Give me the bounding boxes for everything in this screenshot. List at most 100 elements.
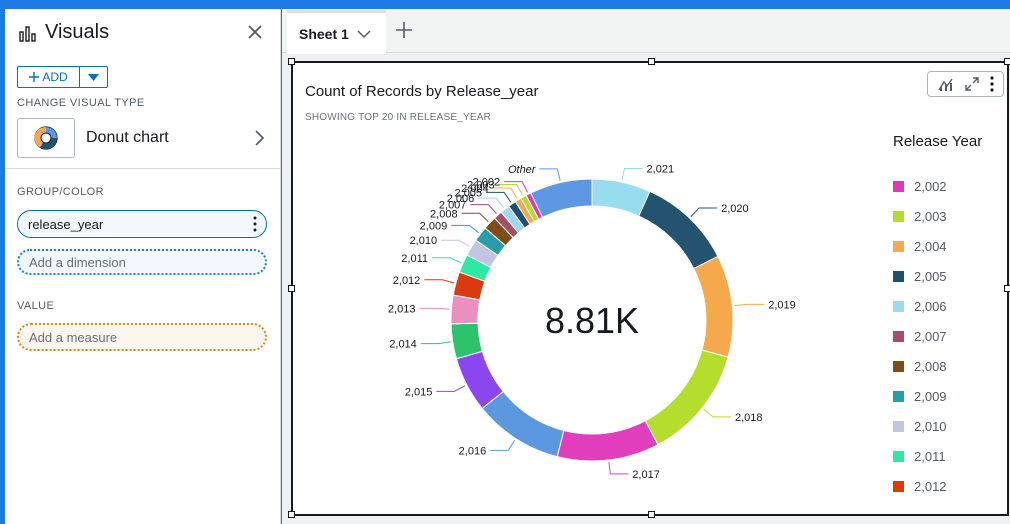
add-dimension-dropzone[interactable]: Add a dimension <box>17 249 267 275</box>
chevron-right-icon <box>255 130 265 146</box>
group-field-pill[interactable]: release_year <box>17 210 267 238</box>
legend-item[interactable]: 2,007 <box>893 321 947 351</box>
more-vertical-icon[interactable] <box>253 216 257 232</box>
chart-subtitle: SHOWING TOP 20 IN RELEASE_YEAR <box>305 112 492 123</box>
close-icon[interactable] <box>246 23 264 41</box>
chevron-down-icon[interactable] <box>357 27 371 41</box>
legend-swatch <box>893 330 904 342</box>
legend-item[interactable]: 2,006 <box>893 291 947 321</box>
legend-label: 2,011 <box>914 448 946 464</box>
slice-label: 2,012 <box>393 275 421 287</box>
legend-item[interactable]: 2,002 <box>893 171 947 201</box>
legend-swatch <box>893 480 904 492</box>
legend-swatch <box>893 180 904 192</box>
legend-item[interactable]: 2,008 <box>893 351 947 381</box>
divider <box>5 168 281 169</box>
plus-icon <box>29 72 40 82</box>
insight-icon[interactable] <box>937 76 955 92</box>
legend-label: 2,004 <box>914 238 947 254</box>
workspace: Sheet 1 2,021 2,020 2,019 2,018 2,017 2,016 2,… <box>282 9 1010 524</box>
label-leader-line <box>461 212 489 222</box>
group-color-label: GROUP/COLOR <box>17 186 104 198</box>
add-measure-dropzone[interactable]: Add a measure <box>17 323 267 351</box>
legend-swatch <box>893 210 904 222</box>
donut-center-value: 8.81K <box>545 300 639 341</box>
legend-item[interactable]: 2,004 <box>893 231 947 261</box>
label-leader-line <box>419 307 450 310</box>
donut-slice[interactable] <box>638 190 719 270</box>
legend-item[interactable]: 2,009 <box>893 381 947 411</box>
label-leader-line <box>424 279 455 284</box>
label-leader-line <box>420 341 451 345</box>
label-leader-line <box>478 197 505 208</box>
add-visual-button[interactable]: ADD <box>17 66 80 88</box>
legend-swatch <box>893 420 904 432</box>
change-visual-type-label: CHANGE VISUAL TYPE <box>17 97 145 109</box>
donut-slice[interactable] <box>556 420 659 462</box>
slice-label: 2,021 <box>647 163 675 175</box>
visual-card[interactable]: 2,021 2,020 2,019 2,018 2,017 2,016 2,015 2,014… <box>288 58 1010 518</box>
more-vertical-icon[interactable] <box>990 76 994 92</box>
slice-label: 2,020 <box>721 203 749 215</box>
slice-label: 2,013 <box>388 303 416 315</box>
donut-slice[interactable] <box>481 390 565 458</box>
legend-swatch <box>893 360 904 372</box>
value-label: VALUE <box>17 300 55 312</box>
legend-swatch <box>893 300 904 312</box>
label-leader-line <box>504 181 529 193</box>
label-leader-line <box>451 224 480 234</box>
add-sheet-icon[interactable] <box>395 21 413 39</box>
legend-label: 2,010 <box>914 418 947 434</box>
slice-label: 2,016 <box>459 445 487 457</box>
tab-sheet-1-label: Sheet 1 <box>299 25 349 42</box>
sheet-tab-bar: Sheet 1 <box>282 9 1010 54</box>
visuals-panel: Visuals ADD CHANGE VISUAL TYPE Donut cha… <box>5 9 281 524</box>
legend-label: 2,002 <box>914 178 947 194</box>
slice-label: 2,019 <box>768 299 796 311</box>
panel-title-text: Visuals <box>45 21 110 43</box>
label-leader-line <box>490 440 516 451</box>
legend-item[interactable]: 2,010 <box>893 411 947 441</box>
group-field-label: release_year <box>28 216 104 232</box>
label-leader-line <box>470 204 497 214</box>
legend-swatch <box>893 270 904 282</box>
legend-item[interactable]: 2,003 <box>893 201 947 231</box>
legend-label: 2,003 <box>914 208 947 224</box>
donut-slice[interactable] <box>530 178 593 218</box>
tab-sheet-1[interactable]: Sheet 1 <box>287 10 386 54</box>
legend-label: 2,008 <box>914 358 947 374</box>
visual-type-selector[interactable]: Donut chart <box>17 118 267 158</box>
label-leader-line <box>436 385 466 392</box>
donut-chart-icon <box>17 118 75 158</box>
slice-label: 2,009 <box>420 220 448 232</box>
legend-label: 2,005 <box>914 268 947 284</box>
add-label: ADD <box>42 70 68 84</box>
slice-label: 2,014 <box>389 339 417 351</box>
label-leader-line <box>690 207 718 217</box>
chart-title: Count of Records by Release_year <box>305 83 539 100</box>
label-leader-line <box>432 257 462 264</box>
legend-label: 2,012 <box>914 478 947 494</box>
legend-label: 2,009 <box>914 388 947 404</box>
label-leader-line <box>441 239 470 247</box>
legend-item[interactable]: 2,005 <box>893 261 947 291</box>
donut-slice[interactable] <box>693 255 734 358</box>
add-visual-group: ADD <box>17 66 108 88</box>
add-measure-placeholder: Add a measure <box>29 329 118 345</box>
legend-item[interactable]: 2,012 <box>893 471 947 501</box>
add-dropdown-button[interactable] <box>80 66 108 88</box>
legend-swatch <box>893 450 904 462</box>
add-dimension-placeholder: Add a dimension <box>29 254 126 270</box>
legend-label: 2,006 <box>914 298 947 314</box>
donut-slice[interactable] <box>644 349 729 446</box>
legend-item[interactable]: 2,011 <box>893 441 947 471</box>
panel-title: Visuals <box>19 21 109 44</box>
expand-icon[interactable] <box>964 76 980 92</box>
label-leader-line <box>539 168 561 181</box>
visual-toolbar <box>927 71 1004 97</box>
slice-label: Other <box>508 164 537 176</box>
label-leader-line <box>621 167 643 181</box>
caret-down-icon <box>88 73 99 81</box>
slice-label: 2,011 <box>401 253 428 265</box>
label-leader-line <box>703 409 731 418</box>
